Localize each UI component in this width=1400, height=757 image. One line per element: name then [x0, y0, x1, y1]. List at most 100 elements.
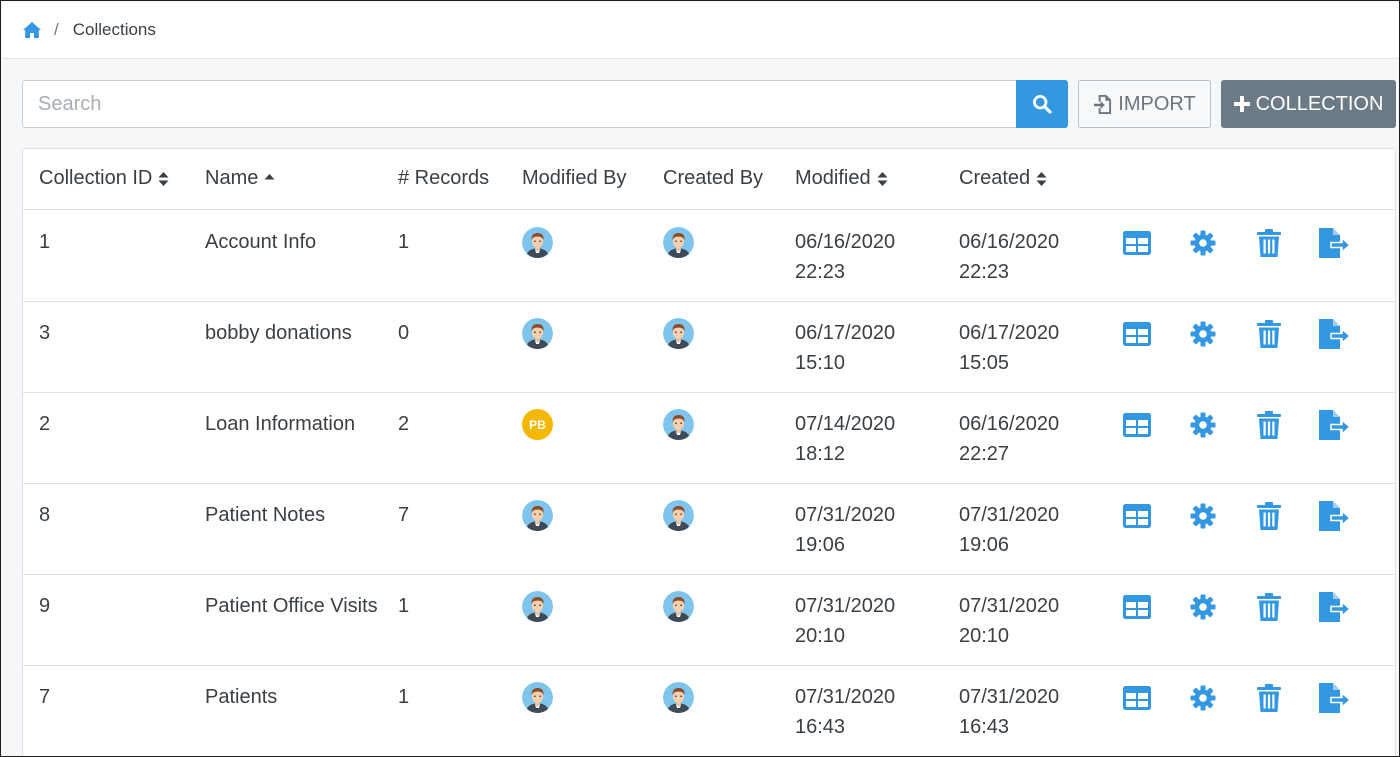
- column-label: Name: [205, 167, 259, 189]
- gear-icon: [1190, 321, 1216, 347]
- modified-by-avatar[interactable]: [522, 227, 553, 258]
- modified-date-time: 19:06: [795, 534, 846, 556]
- search-input[interactable]: [22, 80, 1016, 128]
- table-row: 7 Patients 1 07/31/2020 16:43 07/31/2020 16:4…: [23, 666, 1395, 756]
- delete-button[interactable]: [1254, 592, 1284, 622]
- modified-by-avatar[interactable]: [522, 318, 553, 349]
- table-row: 9 Patient Office Visits 1 07/31/2020 20:10 0…: [23, 575, 1395, 666]
- collection-id: 1: [39, 231, 51, 253]
- modified-date-time: 20:10: [795, 625, 846, 647]
- gear-icon: [1190, 230, 1216, 256]
- sort-both-icon[interactable]: [1036, 171, 1047, 187]
- created-date: 07/31/2020 20:10: [959, 591, 1089, 651]
- view-records-button[interactable]: [1122, 410, 1152, 440]
- trash-icon: [1257, 411, 1281, 439]
- record-count: 7: [398, 504, 410, 526]
- export-button[interactable]: [1319, 592, 1351, 622]
- created-date-time: 15:05: [959, 352, 1010, 374]
- modified-date-day: 07/14/2020: [795, 413, 896, 435]
- created-date-day: 06/16/2020: [959, 231, 1060, 253]
- modified-by-avatar[interactable]: [522, 682, 553, 713]
- export-button[interactable]: [1319, 319, 1351, 349]
- table-view-icon: [1123, 595, 1151, 619]
- home-icon[interactable]: [22, 21, 42, 39]
- created-date-day: 07/31/2020: [959, 595, 1060, 617]
- column-collection-id[interactable]: Collection ID: [39, 167, 169, 190]
- modified-date: 06/16/2020 22:23: [795, 227, 925, 287]
- sort-both-icon[interactable]: [158, 171, 169, 187]
- column-modified[interactable]: Modified: [795, 167, 888, 190]
- add-collection-label: COLLECTION: [1255, 92, 1384, 115]
- created-by-avatar[interactable]: [663, 682, 694, 713]
- delete-button[interactable]: [1254, 501, 1284, 531]
- record-count: 1: [398, 231, 410, 253]
- modified-date-time: 22:23: [795, 261, 846, 283]
- export-button[interactable]: [1319, 228, 1351, 258]
- modified-date: 07/31/2020 19:06: [795, 500, 925, 560]
- view-records-button[interactable]: [1122, 501, 1152, 531]
- created-by-avatar[interactable]: [663, 591, 694, 622]
- table-row: 3 bobby donations 0 06/17/2020 15:10 06/17/2…: [23, 302, 1395, 393]
- delete-button[interactable]: [1254, 319, 1284, 349]
- column-name[interactable]: Name: [205, 167, 275, 190]
- modified-date: 07/31/2020 16:43: [795, 682, 925, 742]
- settings-button[interactable]: [1188, 319, 1218, 349]
- trash-icon: [1257, 593, 1281, 621]
- created-by-avatar[interactable]: [663, 409, 694, 440]
- settings-button[interactable]: [1188, 592, 1218, 622]
- created-date-time: 19:06: [959, 534, 1010, 556]
- export-button[interactable]: [1319, 683, 1351, 713]
- column-created-by: Created By: [663, 167, 763, 190]
- created-date: 07/31/2020 16:43: [959, 682, 1089, 742]
- modified-by-avatar[interactable]: [522, 500, 553, 531]
- column-label: Created By: [663, 167, 764, 189]
- export-button[interactable]: [1319, 410, 1351, 440]
- trash-icon: [1257, 502, 1281, 530]
- avatar-initials: PB: [529, 417, 546, 432]
- settings-button[interactable]: [1188, 410, 1218, 440]
- table-view-icon: [1123, 686, 1151, 710]
- table-view-icon: [1123, 322, 1151, 346]
- modified-date: 07/31/2020 20:10: [795, 591, 925, 651]
- view-records-button[interactable]: [1122, 228, 1152, 258]
- record-count: 1: [398, 595, 410, 617]
- delete-button[interactable]: [1254, 410, 1284, 440]
- created-date-day: 06/16/2020: [959, 413, 1060, 435]
- search-bar: [22, 80, 1068, 128]
- export-icon: [1319, 683, 1351, 713]
- column-label: # Records: [398, 167, 490, 189]
- view-records-button[interactable]: [1122, 319, 1152, 349]
- delete-button[interactable]: [1254, 228, 1284, 258]
- view-records-button[interactable]: [1122, 592, 1152, 622]
- created-date-time: 22:27: [959, 443, 1010, 465]
- modified-date-day: 07/31/2020: [795, 504, 896, 526]
- gear-icon: [1190, 503, 1216, 529]
- export-button[interactable]: [1319, 501, 1351, 531]
- sort-both-icon[interactable]: [877, 171, 888, 187]
- settings-button[interactable]: [1188, 228, 1218, 258]
- breadcrumb-current: Collections: [72, 20, 156, 39]
- column-modified-by: Modified By: [522, 167, 627, 190]
- collection-name: bobby donations: [205, 322, 352, 344]
- delete-button[interactable]: [1254, 683, 1284, 713]
- import-button[interactable]: IMPORT: [1078, 80, 1211, 128]
- settings-button[interactable]: [1188, 683, 1218, 713]
- import-label: IMPORT: [1118, 92, 1196, 115]
- created-by-avatar[interactable]: [663, 227, 694, 258]
- modified-date: 06/17/2020 15:10: [795, 318, 925, 378]
- settings-button[interactable]: [1188, 501, 1218, 531]
- created-date-time: 22:23: [959, 261, 1010, 283]
- collections-page: / Collections IMPORT COLLECTION Collecti…: [0, 0, 1400, 757]
- created-date: 07/31/2020 19:06: [959, 500, 1089, 560]
- modified-date-time: 15:10: [795, 352, 846, 374]
- search-button[interactable]: [1016, 80, 1068, 128]
- modified-by-avatar[interactable]: PB: [522, 409, 553, 440]
- sort-ascending-icon[interactable]: [264, 171, 275, 187]
- view-records-button[interactable]: [1122, 683, 1152, 713]
- created-by-avatar[interactable]: [663, 318, 694, 349]
- add-collection-button[interactable]: COLLECTION: [1221, 80, 1396, 128]
- created-by-avatar[interactable]: [663, 500, 694, 531]
- column-created[interactable]: Created: [959, 167, 1047, 190]
- modified-by-avatar[interactable]: [522, 591, 553, 622]
- table-row: 2 Loan Information 2 PB 07/14/2020 18:12 06/1…: [23, 393, 1395, 484]
